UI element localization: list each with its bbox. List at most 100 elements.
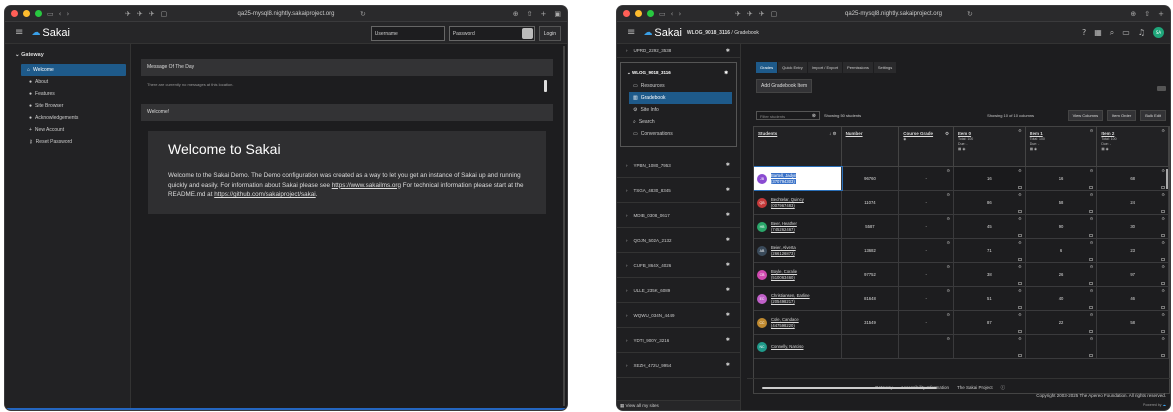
avatar[interactable]: SA <box>1153 27 1164 38</box>
comment-icon[interactable] <box>1089 282 1094 285</box>
grade-cell[interactable]: ⚙ <box>1026 335 1098 358</box>
gear-icon[interactable]: ⚙ <box>1090 288 1094 293</box>
sidebar-item-about[interactable]: ● About <box>5 76 130 88</box>
bulk-edit-button[interactable]: Bulk Edit <box>1140 110 1166 121</box>
pin-icon[interactable]: ✱ <box>726 337 730 343</box>
gear-icon[interactable]: ⚙ <box>946 240 950 245</box>
item-header[interactable]: Item 2 ⚙ Total: 100 Due: - ▦ ◉ <box>1097 127 1169 166</box>
course-grade-cell[interactable]: - ⚙ <box>899 167 955 190</box>
pin-icon[interactable]: ✱ <box>726 287 730 293</box>
gear-icon[interactable]: ⚙ <box>1090 192 1094 197</box>
gear-icon[interactable]: ⚙ <box>1018 128 1022 133</box>
sort-icon[interactable]: ↓ ⚙ <box>829 131 837 137</box>
grade-cell[interactable]: 22 ⚙ <box>1026 311 1098 334</box>
student-cell[interactable]: EC Christiansen, Earline (205498217) <box>754 287 842 310</box>
pin-icon[interactable]: ✱ <box>724 70 728 76</box>
scroll-handle[interactable] <box>544 80 547 92</box>
comment-icon[interactable] <box>1017 258 1022 261</box>
minimize-window-button[interactable] <box>635 10 642 17</box>
course-grade-cell[interactable]: - ⚙ <box>899 311 955 334</box>
tool-conversations[interactable]: ▭ Conversations <box>621 128 736 140</box>
grade-cell[interactable]: 51 ⚙ <box>954 287 1026 310</box>
grade-cell[interactable]: 58 ⚙ <box>1026 191 1098 214</box>
page-scrollbar[interactable] <box>563 46 565 406</box>
sidebar-item-welcome[interactable]: ⌂ Welcome <box>21 64 126 76</box>
gear-icon[interactable]: ⚙ <box>946 264 950 269</box>
student-cell[interactable]: JB Bartell, Jadyn (370794303) <box>754 166 843 191</box>
gear-icon[interactable]: ⚙ <box>1090 264 1094 269</box>
course-grade-cell[interactable]: ⚙ <box>899 335 955 358</box>
grade-cell[interactable]: 26 ⚙ <box>1026 263 1098 286</box>
info-icon[interactable]: ⓘ <box>1001 385 1006 391</box>
back-icon[interactable]: ‹ <box>671 10 674 18</box>
minimize-window-button[interactable] <box>23 10 30 17</box>
gear-icon[interactable]: ⚙ <box>946 216 950 221</box>
username-input[interactable]: Username <box>370 26 445 41</box>
tool-site-info[interactable]: ⚙ Site Info <box>621 104 736 116</box>
github-link[interactable]: https://github.com/sakaiproject/sakai <box>214 191 316 198</box>
gear-icon[interactable]: ⚙ <box>1161 192 1165 197</box>
tab-settings[interactable]: Settings <box>873 62 897 73</box>
footer-link[interactable]: Accessibility Information <box>901 385 949 391</box>
grade-cell[interactable]: 87 ⚙ <box>954 311 1026 334</box>
grade-cell[interactable]: 30 ⚙ <box>1097 215 1169 238</box>
pin-icon[interactable]: ✱ <box>726 48 730 54</box>
share-icon[interactable]: ⇧ <box>527 10 533 18</box>
sakailms-link[interactable]: https://www.sakailms.org <box>332 182 401 189</box>
download-icon[interactable]: ⊕ <box>1130 10 1136 18</box>
table-vertical-scrollbar[interactable] <box>1166 169 1168 189</box>
tool-resources[interactable]: ▭ Resources <box>621 80 736 92</box>
site-item[interactable]: › YPBN_1080_7953 ✱ <box>617 153 740 178</box>
student-cell[interactable]: QB Bechtelar, Quincy (007967483) <box>754 191 842 214</box>
menu-icon[interactable]: ≡ <box>627 27 635 38</box>
grade-cell[interactable]: ⚙ <box>954 335 1026 358</box>
tab-quick-entry[interactable]: Quick Entry <box>778 62 807 73</box>
zoom-window-button[interactable] <box>35 10 42 17</box>
share-icon[interactable]: ⇧ <box>1144 10 1150 18</box>
gear-icon[interactable]: ⚙ <box>1018 240 1022 245</box>
gear-icon[interactable]: ⚙ <box>1018 288 1022 293</box>
pin-icon[interactable]: ✱ <box>726 212 730 218</box>
grade-cell[interactable]: 6 ⚙ <box>1026 239 1098 262</box>
toggle-icon[interactable] <box>1157 86 1166 91</box>
student-cell[interactable]: CB Boyle, Coralie (510063460) <box>754 263 842 286</box>
grade-cell[interactable]: 97 ⚙ <box>1097 263 1169 286</box>
sakai-logo[interactable]: ☁ Sakai <box>31 27 70 39</box>
gear-icon[interactable]: ⚙ <box>946 288 950 293</box>
tool-search[interactable]: ⌕ Search <box>621 116 736 128</box>
gear-icon[interactable]: ⚙ <box>1018 168 1022 173</box>
grade-cell[interactable]: 90 ⚙ <box>1026 215 1098 238</box>
course-grade-cell[interactable]: - ⚙ <box>899 263 955 286</box>
login-button[interactable]: Login <box>538 26 561 41</box>
comment-icon[interactable] <box>1089 354 1094 357</box>
gear-icon[interactable]: ⚙ <box>1018 312 1022 317</box>
gear-icon[interactable]: ⚙ <box>946 168 950 173</box>
comment-icon[interactable] <box>1089 330 1094 333</box>
comment-icon[interactable] <box>1161 258 1166 261</box>
footer-link[interactable]: The Sakai Project <box>957 385 993 391</box>
pin-icon[interactable]: ✱ <box>726 262 730 268</box>
grade-cell[interactable]: 46 ⚙ <box>1097 287 1169 310</box>
view-columns-button[interactable]: View Columns <box>1067 110 1104 121</box>
course-grade-cell[interactable]: - ⚙ <box>899 191 955 214</box>
item-order-button[interactable]: Item Order <box>1107 110 1137 121</box>
close-window-button[interactable] <box>623 10 630 17</box>
address-bar[interactable]: qa25-mysql8.nightly.sakaiproject.org <box>845 11 942 17</box>
site-item[interactable]: › ULLE_235K_6089 ✱ <box>617 278 740 303</box>
shield-icon[interactable]: ▢ <box>161 10 168 18</box>
gear-icon[interactable]: ⚙ <box>1161 216 1165 221</box>
add-gradebook-item-button[interactable]: Add Gradebook Item <box>756 79 813 93</box>
extension-icon[interactable]: ✈ <box>759 10 765 18</box>
comment-icon[interactable] <box>1161 306 1166 309</box>
pin-icon[interactable]: ✱ <box>726 362 730 368</box>
menu-icon[interactable]: ≡ <box>15 27 23 38</box>
zoom-window-button[interactable] <box>647 10 654 17</box>
comment-icon[interactable] <box>1017 234 1022 237</box>
comment-icon[interactable] <box>1017 186 1022 189</box>
footer-link[interactable]: Gateway <box>875 385 893 391</box>
grade-cell[interactable]: 16 ⚙ <box>954 167 1026 190</box>
extension-icon[interactable]: ✈ <box>125 10 131 18</box>
tabs-overview-icon[interactable]: ▣ <box>554 10 561 18</box>
gear-icon[interactable]: ⚙ <box>1090 312 1094 317</box>
item-header[interactable]: Item 0 ⚙ Total: 100 Due: - ▦ ◉ <box>954 127 1026 166</box>
